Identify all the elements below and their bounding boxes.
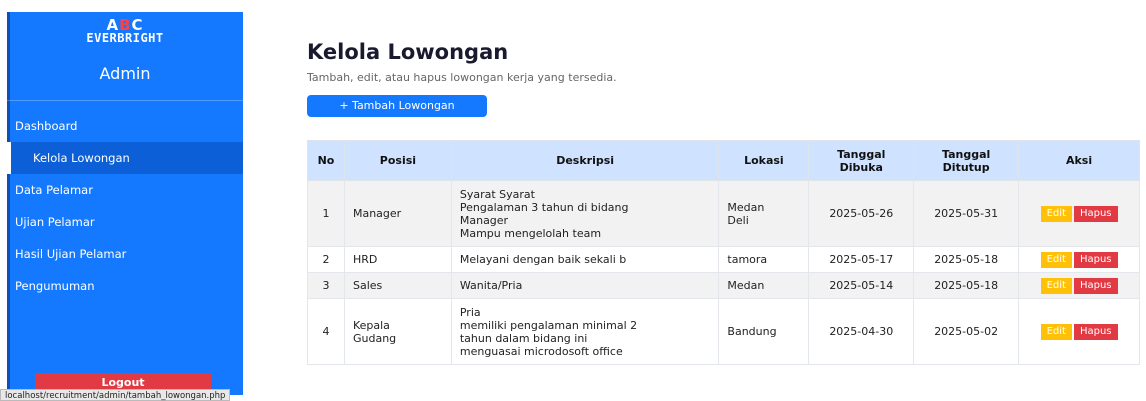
lokasi-line: Deli: [727, 213, 749, 227]
table-row: 1 Manager Syarat Syarat Pengalaman 3 tah…: [307, 180, 1140, 247]
logo: ABC EVERBRIGHT: [7, 18, 243, 45]
sidebar-item-kelola-lowongan[interactable]: Kelola Lowongan: [7, 142, 243, 174]
hapus-button[interactable]: Hapus: [1073, 277, 1118, 294]
table-row: 4 Kepala Gudang Pria memiliki pengalaman …: [307, 298, 1140, 365]
sidebar-divider: [7, 100, 243, 101]
edit-button[interactable]: Edit: [1040, 205, 1072, 222]
posisi-line: Gudang: [352, 331, 397, 345]
header-text: Tanggal: [837, 147, 886, 161]
desc-line: Manager: [459, 213, 509, 227]
cell-lokasi: Medan Deli: [718, 180, 810, 247]
cell-lokasi: Medan: [718, 272, 810, 299]
cell-posisi: HRD: [343, 246, 452, 273]
cell-deskripsi: Pria memiliki pengalaman minimal 2 tahun…: [450, 298, 720, 365]
table-row: 2 HRD Melayani dengan baik sekali b tamo…: [307, 246, 1140, 273]
cell-tanggal-ditutup: 2025-05-18: [913, 272, 1020, 299]
cell-aksi: Edit Hapus: [1018, 180, 1140, 247]
desc-line: Wanita/Pria: [459, 279, 523, 292]
header-text: Tanggal: [942, 147, 991, 161]
col-header-aksi: Aksi: [1018, 140, 1140, 181]
sidebar-item-ujian-pelamar[interactable]: Ujian Pelamar: [7, 206, 243, 238]
col-header-tanggal-ditutup: Tanggal Ditutup: [913, 140, 1020, 181]
header-text: Dibuka: [839, 160, 883, 174]
hapus-button[interactable]: Hapus: [1073, 205, 1118, 222]
desc-line: tahun dalam bidang ini: [459, 331, 588, 345]
cell-lokasi: Bandung: [718, 298, 810, 365]
cell-no: 4: [307, 298, 345, 365]
cell-tanggal-dibuka: 2025-05-17: [808, 246, 915, 273]
desc-line: Pengalaman 3 tahun di bidang: [459, 200, 629, 214]
sidebar-item-data-pelamar[interactable]: Data Pelamar: [7, 174, 243, 206]
cell-posisi: Kepala Gudang: [343, 298, 452, 365]
cell-tanggal-dibuka: 2025-05-26: [808, 180, 915, 247]
cell-tanggal-ditutup: 2025-05-18: [913, 246, 1020, 273]
cell-tanggal-ditutup: 2025-05-31: [913, 180, 1020, 247]
hapus-button[interactable]: Hapus: [1073, 323, 1118, 340]
col-header-no: No: [307, 140, 345, 181]
logo-everbright: EVERBRIGHT: [86, 31, 164, 45]
cell-deskripsi: Wanita/Pria: [450, 272, 720, 299]
sidebar-menu: Dashboard Kelola Lowongan Data Pelamar U…: [7, 110, 243, 302]
col-header-deskripsi: Deskripsi: [450, 140, 720, 181]
desc-line: Melayani dengan baik sekali b: [459, 253, 627, 266]
hapus-button[interactable]: Hapus: [1073, 251, 1118, 268]
cell-tanggal-ditutup: 2025-05-02: [913, 298, 1020, 365]
edit-button[interactable]: Edit: [1040, 277, 1072, 294]
sidebar-item-hasil-ujian[interactable]: Hasil Ujian Pelamar: [7, 238, 243, 270]
desc-line: memiliki pengalaman minimal 2: [459, 318, 638, 332]
cell-aksi: Edit Hapus: [1018, 246, 1140, 273]
cell-aksi: Edit Hapus: [1018, 272, 1140, 299]
table-row: 3 Sales Wanita/Pria Medan 2025-05-14 202…: [307, 272, 1140, 299]
cell-aksi: Edit Hapus: [1018, 298, 1140, 365]
desc-line: menguasai microdosoft office: [459, 344, 623, 358]
sidebar-item-pengumuman[interactable]: Pengumuman: [7, 270, 243, 302]
cell-lokasi: tamora: [718, 246, 810, 273]
col-header-lokasi: Lokasi: [718, 140, 810, 181]
status-bar-url: localhost/recruitment/admin/tambah_lowon…: [0, 389, 231, 401]
edit-button[interactable]: Edit: [1040, 251, 1072, 268]
page-title: Kelola Lowongan: [307, 40, 509, 64]
cell-tanggal-dibuka: 2025-05-14: [808, 272, 915, 299]
posisi-line: Kepala: [352, 318, 390, 332]
table-header-row: No Posisi Deskripsi Lokasi Tanggal Dibuka…: [307, 140, 1140, 181]
desc-line: Syarat Syarat: [459, 187, 535, 201]
col-header-tanggal-dibuka: Tanggal Dibuka: [808, 140, 915, 181]
desc-line: Pria: [459, 305, 481, 319]
sidebar: ABC EVERBRIGHT Admin Dashboard Kelola Lo…: [7, 12, 243, 395]
sidebar-item-dashboard[interactable]: Dashboard: [7, 110, 243, 142]
desc-line: Mampu mengelolah team: [459, 226, 602, 240]
cell-deskripsi: Syarat Syarat Pengalaman 3 tahun di bida…: [450, 180, 720, 247]
page-subtitle: Tambah, edit, atau hapus lowongan kerja …: [307, 71, 617, 84]
cell-tanggal-dibuka: 2025-04-30: [808, 298, 915, 365]
col-header-posisi: Posisi: [343, 140, 452, 181]
cell-posisi: Manager: [343, 180, 452, 247]
logo-abc: ABC: [7, 18, 243, 33]
edit-button[interactable]: Edit: [1040, 323, 1072, 340]
lokasi-line: Medan: [727, 200, 765, 214]
header-text: Ditutup: [942, 160, 990, 174]
cell-no: 1: [307, 180, 345, 247]
cell-deskripsi: Melayani dengan baik sekali b: [450, 246, 720, 273]
add-lowongan-button[interactable]: + Tambah Lowongan: [307, 95, 487, 117]
sidebar-admin-title: Admin: [99, 64, 151, 83]
cell-no: 3: [307, 272, 345, 299]
cell-posisi: Sales: [343, 272, 452, 299]
lowongan-table: No Posisi Deskripsi Lokasi Tanggal Dibuka…: [307, 140, 1140, 365]
cell-no: 2: [307, 246, 345, 273]
